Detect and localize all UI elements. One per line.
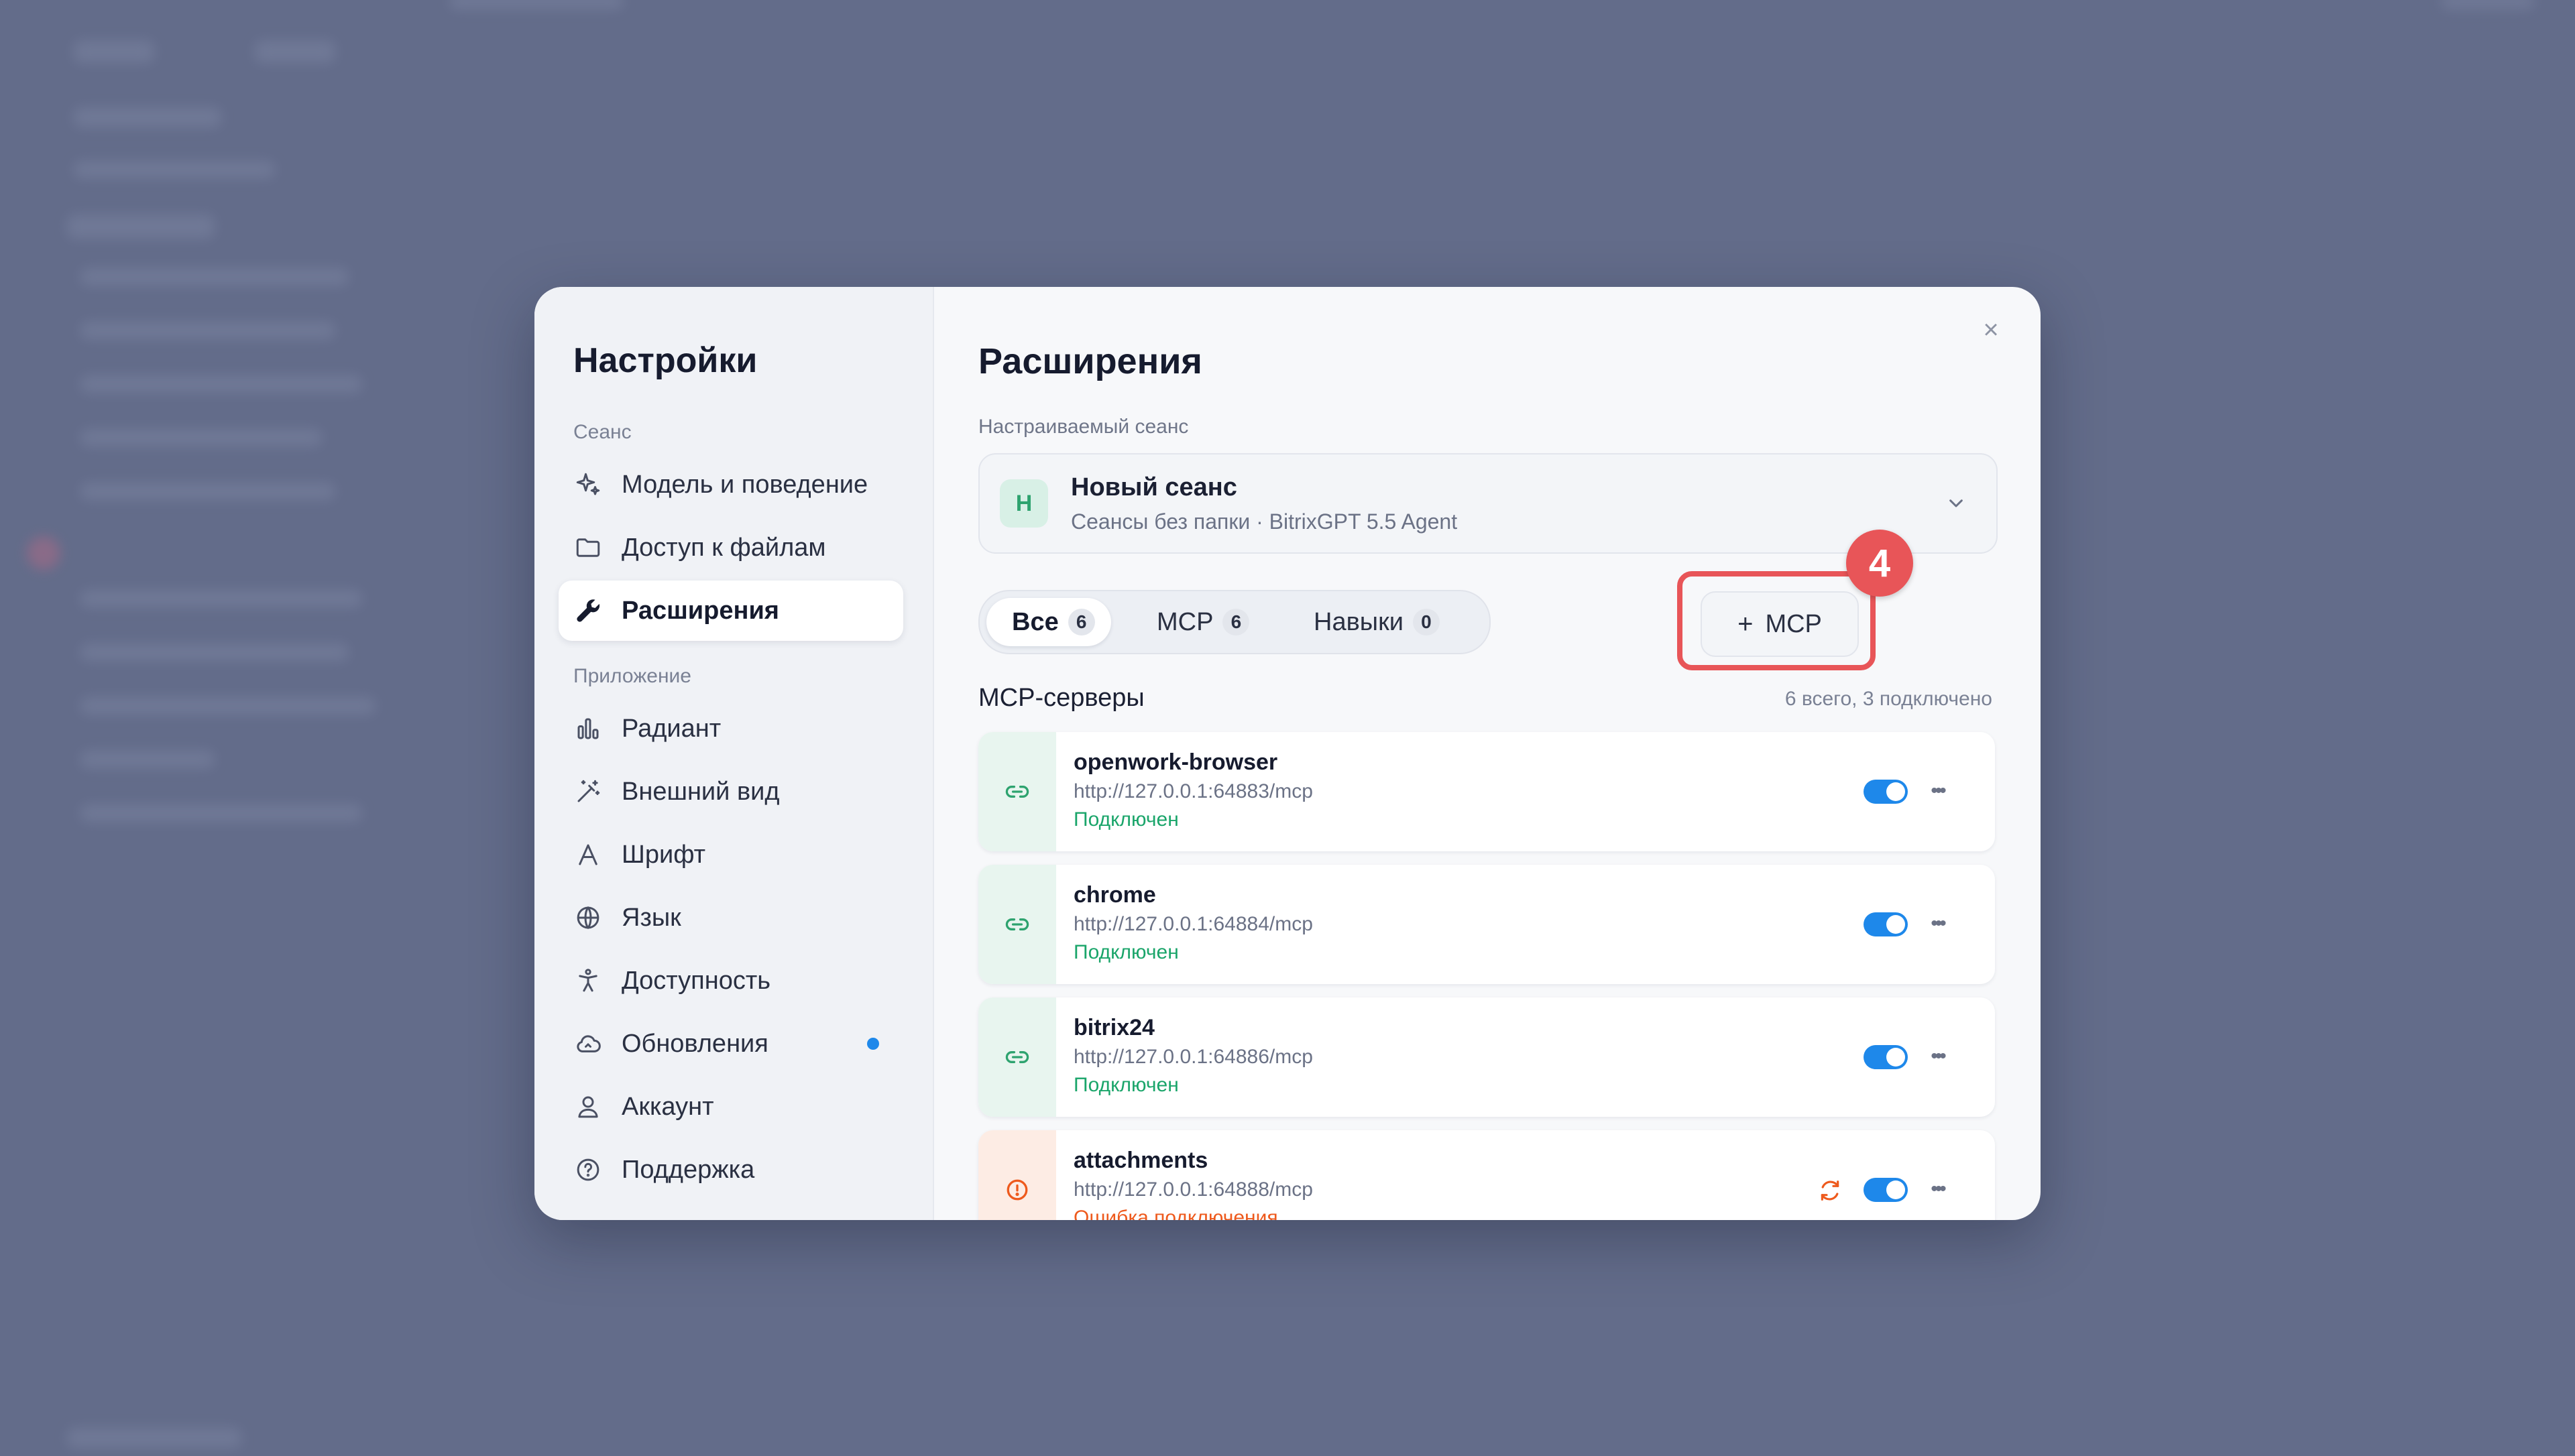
- settings-dialog: Настройки Сеанс Модель и поведение Досту…: [534, 287, 2041, 1220]
- close-icon[interactable]: ×: [1978, 315, 2004, 345]
- tab-label: Навыки: [1314, 607, 1404, 636]
- sidebar-item-accessibility[interactable]: Доступность: [559, 951, 903, 1011]
- more-options-icon[interactable]: •••: [1924, 910, 1951, 937]
- server-enable-toggle[interactable]: [1864, 780, 1908, 804]
- server-name: bitrix24: [1074, 1015, 1155, 1040]
- sidebar-item-label: Расширения: [622, 596, 779, 625]
- chevron-down-icon: [1949, 499, 1963, 507]
- server-enable-toggle[interactable]: [1864, 1178, 1908, 1202]
- server-name: chrome: [1074, 882, 1156, 908]
- list-item[interactable]: attachments http://127.0.0.1:64888/mcp О…: [978, 1130, 1995, 1220]
- sidebar-item-appearance[interactable]: Внешний вид: [559, 762, 903, 822]
- filter-tabs: Все 6 MCP 6 Навыки 0: [978, 590, 1491, 654]
- session-avatar: Н: [1000, 479, 1048, 528]
- mcp-servers-heading: MCP-серверы: [978, 684, 1145, 712]
- session-selector-label: Настраиваемый сеанс: [978, 416, 1189, 438]
- globe-icon: [572, 902, 604, 934]
- tutorial-step-badge: 4: [1846, 530, 1913, 597]
- list-item[interactable]: bitrix24 http://127.0.0.1:64886/mcp Подк…: [978, 997, 1995, 1117]
- server-status: Подключен: [1074, 1074, 1179, 1096]
- sidebar-item-file-access[interactable]: Доступ к файлам: [559, 518, 903, 578]
- server-status: Подключен: [1074, 808, 1179, 831]
- tab-all[interactable]: Все 6: [986, 598, 1111, 646]
- sidebar-item-label: Доступность: [622, 966, 771, 995]
- sidebar-item-model[interactable]: Модель и поведение: [559, 454, 903, 515]
- section-app-label: Приложение: [573, 665, 691, 687]
- sidebar-item-label: Поддержка: [622, 1155, 755, 1184]
- sidebar-item-extensions[interactable]: Расширения: [559, 581, 903, 641]
- bar-chart-icon: [572, 713, 604, 745]
- sidebar-item-label: Радиант: [622, 714, 722, 743]
- session-name: Новый сеанс: [1071, 473, 1237, 501]
- session-selector[interactable]: Н Новый сеанс Сеансы без папки · BitrixG…: [978, 453, 1998, 554]
- sidebar-item-label: Язык: [622, 903, 681, 932]
- tab-count: 0: [1412, 609, 1440, 635]
- settings-sidebar: Настройки Сеанс Модель и поведение Досту…: [534, 287, 934, 1220]
- tab-count: 6: [1222, 609, 1250, 635]
- magic-wand-icon: [572, 776, 604, 808]
- folder-icon: [572, 532, 604, 564]
- sidebar-item-label: Обновления: [622, 1029, 768, 1058]
- sidebar-item-label: Шрифт: [622, 840, 706, 869]
- page-title: Расширения: [978, 341, 1202, 381]
- list-item[interactable]: openwork-browser http://127.0.0.1:64883/…: [978, 732, 1995, 851]
- sidebar-item-label: Внешний вид: [622, 777, 780, 806]
- settings-title: Настройки: [573, 341, 758, 380]
- accessibility-icon: [572, 965, 604, 997]
- sidebar-item-label: Аккаунт: [622, 1092, 714, 1121]
- server-url: http://127.0.0.1:64888/mcp: [1074, 1178, 1313, 1201]
- mcp-servers-summary: 6 всего, 3 подключено: [1784, 688, 1992, 710]
- session-subtitle: Сеансы без папки · BitrixGPT 5.5 Agent: [1071, 509, 1458, 534]
- sidebar-item-font[interactable]: Шрифт: [559, 825, 903, 885]
- extensions-panel: × Расширения Настраиваемый сеанс Н Новый…: [934, 287, 2041, 1220]
- tab-label: MCP: [1157, 607, 1214, 636]
- server-url: http://127.0.0.1:64886/mcp: [1074, 1046, 1313, 1068]
- link-icon: [978, 865, 1056, 984]
- link-icon: [978, 732, 1056, 851]
- server-name: attachments: [1074, 1148, 1208, 1173]
- refresh-icon[interactable]: [1817, 1177, 1843, 1204]
- server-url: http://127.0.0.1:64884/mcp: [1074, 913, 1313, 935]
- sidebar-item-radiant[interactable]: Радиант: [559, 699, 903, 759]
- user-icon: [572, 1091, 604, 1123]
- font-icon: [572, 839, 604, 871]
- alert-circle-icon: [978, 1130, 1056, 1220]
- help-circle-icon: [572, 1154, 604, 1186]
- link-icon: [978, 997, 1056, 1117]
- wrench-icon: [572, 595, 604, 627]
- sidebar-item-language[interactable]: Язык: [559, 888, 903, 948]
- tutorial-highlight-frame: [1677, 571, 1876, 670]
- more-options-icon[interactable]: •••: [1924, 1043, 1951, 1070]
- sidebar-item-support[interactable]: Поддержка: [559, 1140, 903, 1200]
- update-available-dot: [867, 1038, 879, 1050]
- section-session-label: Сеанс: [573, 421, 632, 443]
- tab-count: 6: [1068, 609, 1095, 635]
- tab-skills[interactable]: Навыки 0: [1300, 598, 1453, 646]
- more-options-icon[interactable]: •••: [1924, 1176, 1951, 1203]
- list-item[interactable]: chrome http://127.0.0.1:64884/mcp Подклю…: [978, 865, 1995, 984]
- tab-label: Все: [1012, 607, 1059, 636]
- tab-mcp[interactable]: MCP 6: [1143, 598, 1263, 646]
- server-enable-toggle[interactable]: [1864, 912, 1908, 936]
- cloud-icon: [572, 1028, 604, 1060]
- sparkle-icon: [572, 469, 604, 501]
- server-enable-toggle[interactable]: [1864, 1045, 1908, 1069]
- server-status: Ошибка подключения: [1074, 1207, 1278, 1220]
- server-status: Подключен: [1074, 941, 1179, 963]
- server-name: openwork-browser: [1074, 749, 1278, 775]
- sidebar-item-label: Доступ к файлам: [622, 533, 826, 562]
- sidebar-item-label: Модель и поведение: [622, 470, 868, 499]
- sidebar-item-account[interactable]: Аккаунт: [559, 1077, 903, 1137]
- sidebar-item-updates[interactable]: Обновления: [559, 1014, 903, 1074]
- more-options-icon[interactable]: •••: [1924, 778, 1951, 804]
- server-url: http://127.0.0.1:64883/mcp: [1074, 780, 1313, 802]
